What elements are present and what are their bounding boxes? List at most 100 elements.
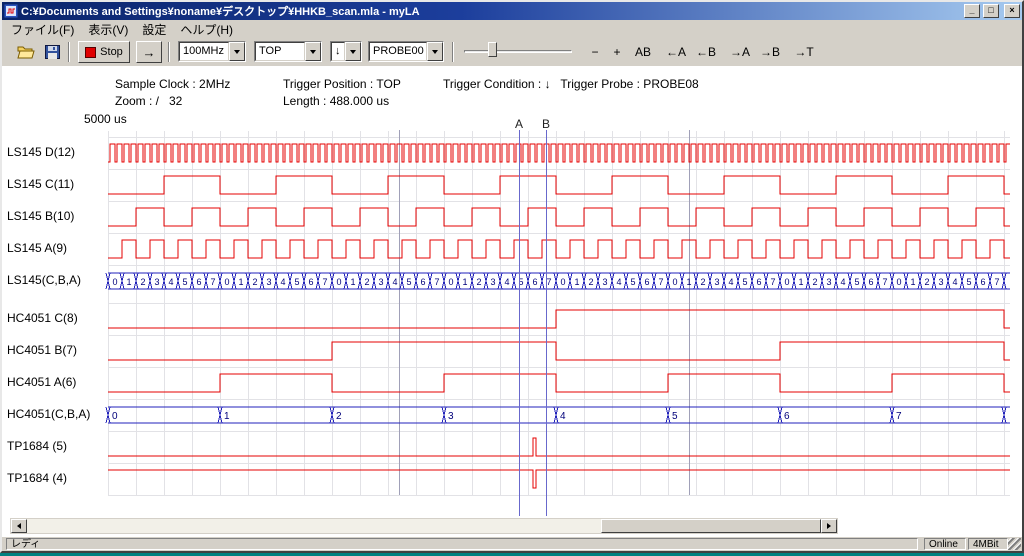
set-cursor-b-button[interactable]: →B bbox=[756, 41, 784, 63]
wave-ls145-c-11- bbox=[108, 176, 1010, 194]
bus-value: 7 bbox=[210, 277, 215, 287]
wave-tp1684-5- bbox=[108, 438, 1010, 456]
clock-select-value: 100MHz bbox=[179, 42, 229, 61]
bus-value: 1 bbox=[686, 277, 691, 287]
close-button[interactable]: × bbox=[1004, 4, 1020, 18]
bus-value: 1 bbox=[224, 411, 230, 422]
status-bar: レディ Online 4MBit bbox=[2, 537, 1022, 551]
goto-trigger-button[interactable]: →T bbox=[790, 41, 818, 63]
cursor-a-label[interactable]: A bbox=[515, 117, 523, 131]
ab-span-button[interactable]: AB bbox=[630, 41, 656, 63]
bus-value: 4 bbox=[560, 411, 566, 422]
cursor-label-row: AB bbox=[0, 117, 1024, 131]
stop-button-label: Stop bbox=[100, 46, 123, 58]
set-cursor-a-button[interactable]: →A bbox=[726, 41, 754, 63]
scroll-right-button[interactable] bbox=[821, 519, 837, 533]
waveform-canvas[interactable]: 0123456701234567012345670123456701234567… bbox=[0, 130, 1024, 520]
run-button[interactable]: → bbox=[136, 41, 162, 63]
sample-clock-info: Sample Clock : 2MHz bbox=[115, 77, 230, 91]
bus-value: 2 bbox=[364, 277, 369, 287]
status-online: Online bbox=[924, 538, 966, 550]
bus-value: 6 bbox=[784, 411, 790, 422]
bus-value: 0 bbox=[560, 277, 565, 287]
bus-value: 6 bbox=[308, 277, 313, 287]
bus-value: 6 bbox=[756, 277, 761, 287]
bus-value: 6 bbox=[644, 277, 649, 287]
save-button[interactable] bbox=[40, 41, 64, 63]
title-bar[interactable]: C:¥Documents and Settings¥noname¥デスクトップ¥… bbox=[2, 2, 1022, 20]
minimize-button[interactable]: _ bbox=[964, 4, 980, 18]
status-ready: レディ bbox=[6, 538, 918, 550]
goto-cursor-b-button[interactable]: ←B bbox=[692, 41, 720, 63]
bus-value: 2 bbox=[924, 277, 929, 287]
bus-value: 0 bbox=[336, 277, 341, 287]
chevron-down-icon bbox=[234, 50, 240, 54]
bus-value: 6 bbox=[980, 277, 985, 287]
wave-hc4051-a-6- bbox=[108, 374, 1010, 392]
stop-button[interactable]: Stop bbox=[78, 41, 130, 63]
horizontal-scrollbar[interactable] bbox=[10, 518, 838, 534]
bus-value: 7 bbox=[882, 277, 887, 287]
bus-value: 5 bbox=[854, 277, 859, 287]
bus-value: 3 bbox=[154, 277, 159, 287]
chevron-down-icon bbox=[310, 50, 316, 54]
open-file-button[interactable] bbox=[14, 41, 38, 63]
menu-bar: ファイル(F) 表示(V) 設定 ヘルプ(H) bbox=[2, 20, 1022, 38]
menu-view[interactable]: 表示(V) bbox=[81, 20, 135, 39]
bus-value: 3 bbox=[714, 277, 719, 287]
menu-file[interactable]: ファイル(F) bbox=[4, 20, 81, 39]
bus-value: 5 bbox=[294, 277, 299, 287]
bus-value: 1 bbox=[350, 277, 355, 287]
trigger-position-dropdown[interactable] bbox=[305, 42, 321, 61]
cursor-b-label[interactable]: B bbox=[542, 117, 550, 131]
trigger-probe-dropdown[interactable] bbox=[427, 42, 443, 61]
clock-select[interactable]: 100MHz bbox=[178, 41, 246, 62]
bus-value: 5 bbox=[406, 277, 411, 287]
resize-grip[interactable] bbox=[1008, 538, 1021, 550]
bus-value: 0 bbox=[784, 277, 789, 287]
zoom-in-button[interactable]: + bbox=[608, 41, 626, 63]
trigger-position-select[interactable]: TOP bbox=[254, 41, 322, 62]
bus-value: 5 bbox=[966, 277, 971, 287]
bus-value: 5 bbox=[630, 277, 635, 287]
maximize-button[interactable]: □ bbox=[983, 4, 999, 18]
bus-value: 7 bbox=[896, 411, 902, 422]
bus-value: 0 bbox=[672, 277, 677, 287]
trigger-edge-select[interactable]: ↓ bbox=[330, 41, 362, 62]
trigger-edge-dropdown[interactable] bbox=[345, 42, 361, 61]
scroll-right-icon bbox=[827, 523, 831, 529]
scrollbar-thumb[interactable] bbox=[601, 519, 821, 533]
bus-value: 0 bbox=[224, 277, 229, 287]
bus-value: 2 bbox=[700, 277, 705, 287]
menu-help[interactable]: ヘルプ(H) bbox=[173, 20, 240, 39]
bus-value: 0 bbox=[896, 277, 901, 287]
menu-settings[interactable]: 設定 bbox=[135, 20, 173, 39]
bus-value: 1 bbox=[126, 277, 131, 287]
wave-ls145-d-12- bbox=[108, 144, 1010, 162]
chevron-down-icon bbox=[432, 50, 438, 54]
bus-value: 3 bbox=[602, 277, 607, 287]
floppy-disk-icon bbox=[45, 45, 60, 59]
trigger-probe-value: PROBE00 bbox=[369, 42, 427, 61]
zoom-out-button[interactable]: − bbox=[586, 41, 604, 63]
bus-value: 1 bbox=[910, 277, 915, 287]
bus-value: 4 bbox=[616, 277, 621, 287]
zoom-slider[interactable] bbox=[464, 50, 572, 53]
scroll-left-button[interactable] bbox=[11, 519, 27, 533]
goto-cursor-a-button[interactable]: ←A bbox=[662, 41, 690, 63]
bus-value: 4 bbox=[952, 277, 957, 287]
clock-select-dropdown[interactable] bbox=[229, 42, 245, 61]
bus-value: 5 bbox=[672, 411, 678, 422]
zoom-slider-thumb[interactable] bbox=[488, 42, 497, 57]
bus-value: 2 bbox=[140, 277, 145, 287]
trigger-condition-info: Trigger Condition : ↓ Trigger Probe : PR… bbox=[443, 77, 699, 91]
bus-value: 7 bbox=[322, 277, 327, 287]
bus-value: 3 bbox=[266, 277, 271, 287]
bus-value: 7 bbox=[434, 277, 439, 287]
bus-value: 1 bbox=[238, 277, 243, 287]
wave-tp1684-4- bbox=[108, 470, 1010, 488]
trigger-probe-select[interactable]: PROBE00 bbox=[368, 41, 444, 62]
bus-value: 1 bbox=[798, 277, 803, 287]
wave-ls145-b-10- bbox=[108, 208, 1010, 226]
bus-value: 4 bbox=[728, 277, 733, 287]
